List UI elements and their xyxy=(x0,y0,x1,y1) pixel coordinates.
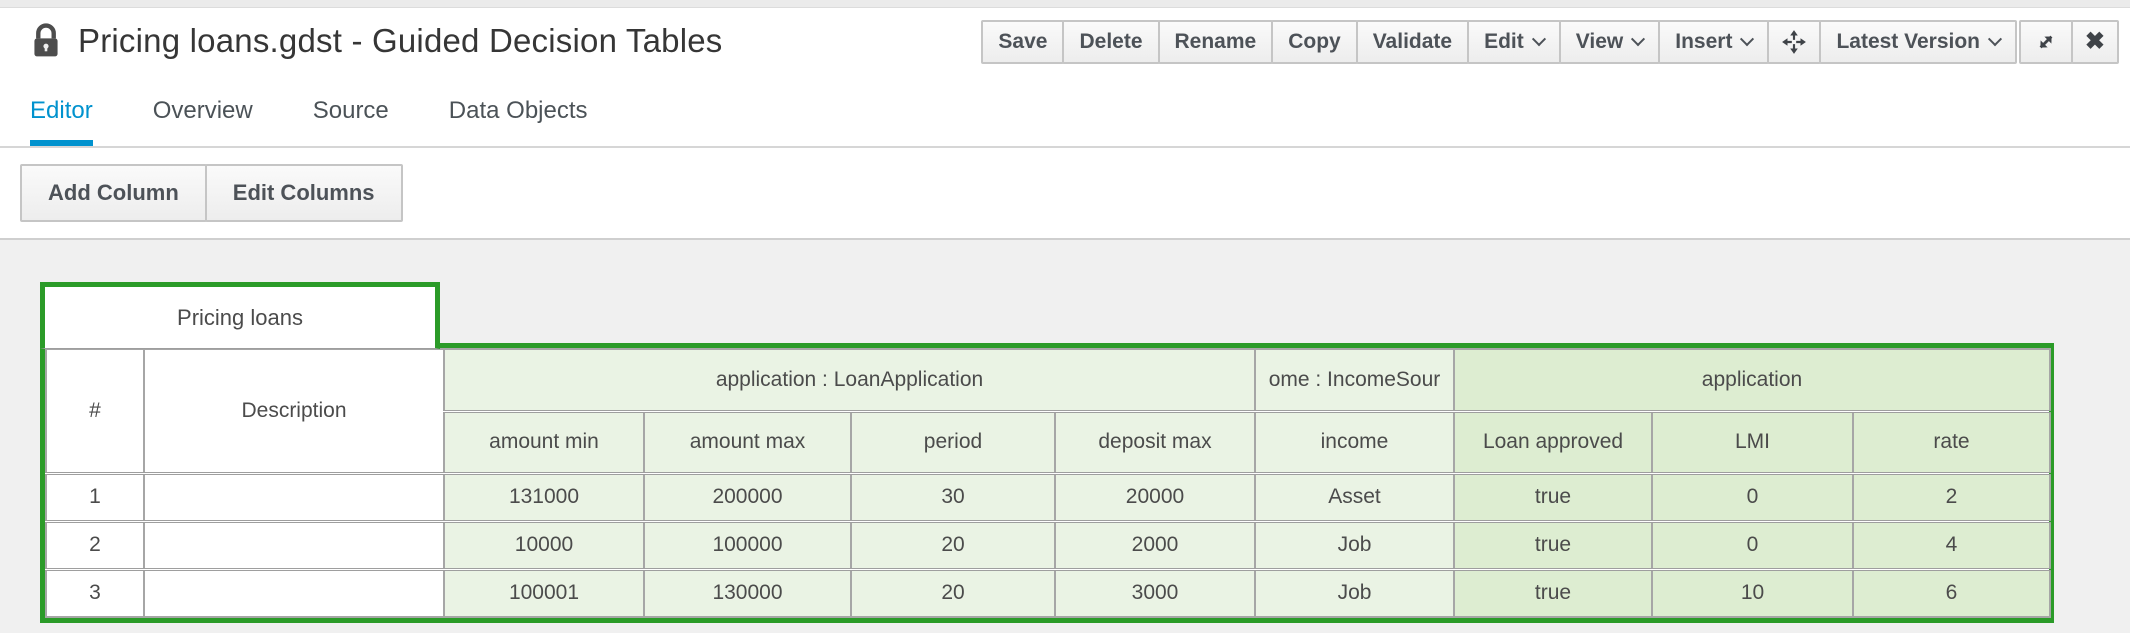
rename-button[interactable]: Rename xyxy=(1158,20,1274,64)
close-button[interactable]: ✖ xyxy=(2071,20,2119,64)
data-cell[interactable]: 10 xyxy=(1652,569,1853,617)
save-button[interactable]: Save xyxy=(981,20,1064,64)
expand-button[interactable] xyxy=(2019,20,2073,64)
column-header-amount-max[interactable]: amount max xyxy=(644,411,851,473)
data-cell[interactable]: true xyxy=(1454,473,1652,521)
table-actions-row: Add ColumnEdit Columns xyxy=(0,148,2130,238)
table-row: 1 131000 200000 30 20000 Asset true 0 2 xyxy=(46,473,2050,521)
data-cell[interactable]: 4 xyxy=(1853,521,2050,569)
data-cell[interactable]: 131000 xyxy=(444,473,644,521)
edit-menu-button[interactable]: Edit xyxy=(1467,20,1561,64)
asset-tabs: Editor Overview Source Data Objects xyxy=(0,76,2130,148)
data-cell[interactable]: 200000 xyxy=(644,473,851,521)
expand-icon xyxy=(2033,29,2059,55)
edit-columns-button[interactable]: Edit Columns xyxy=(205,164,403,222)
data-cell[interactable]: 20 xyxy=(851,521,1055,569)
chevron-down-icon xyxy=(1988,32,2002,46)
data-cell[interactable]: 20000 xyxy=(1055,473,1255,521)
table-row: 3 100001 130000 20 3000 Job true 10 6 xyxy=(46,569,2050,617)
description-cell[interactable] xyxy=(144,569,444,617)
data-cell[interactable]: 0 xyxy=(1652,473,1853,521)
description-header[interactable]: Description xyxy=(144,349,444,473)
page-title: Pricing loans.gdst - Guided Decision Tab… xyxy=(78,22,723,60)
edit-menu-label: Edit xyxy=(1484,30,1524,54)
group-header-loan-application[interactable]: application : LoanApplication xyxy=(444,349,1255,411)
title-bar: Pricing loans.gdst - Guided Decision Tab… xyxy=(0,8,2130,76)
data-cell[interactable]: true xyxy=(1454,569,1652,617)
copy-button[interactable]: Copy xyxy=(1271,20,1358,64)
data-cell[interactable]: Job xyxy=(1255,521,1454,569)
insert-menu-button[interactable]: Insert xyxy=(1658,20,1769,64)
table-row: 2 10000 100000 20 2000 Job true 0 4 xyxy=(46,521,2050,569)
column-header-period[interactable]: period xyxy=(851,411,1055,473)
tab-editor[interactable]: Editor xyxy=(30,76,93,146)
data-cell[interactable]: 3000 xyxy=(1055,569,1255,617)
chevron-down-icon xyxy=(1740,32,1754,46)
data-cell[interactable]: 20 xyxy=(851,569,1055,617)
window-controls: ✖ xyxy=(2019,20,2119,64)
row-number-cell[interactable]: 1 xyxy=(46,473,144,521)
data-cell[interactable]: 100001 xyxy=(444,569,644,617)
data-cell[interactable]: 2000 xyxy=(1055,521,1255,569)
editor-toolbar: Save Delete Rename Copy Validate Edit Vi… xyxy=(981,20,2017,64)
decision-table-title: Pricing loans xyxy=(177,305,303,331)
data-cell[interactable]: 30 xyxy=(851,473,1055,521)
data-cell[interactable]: 6 xyxy=(1853,569,2050,617)
column-header-income[interactable]: income xyxy=(1255,411,1454,473)
version-selector-button[interactable]: Latest Version xyxy=(1819,20,2017,64)
chevron-down-icon xyxy=(1631,32,1645,46)
data-cell[interactable]: 100000 xyxy=(644,521,851,569)
tab-overview[interactable]: Overview xyxy=(153,76,253,146)
column-header-amount-min[interactable]: amount min xyxy=(444,411,644,473)
data-cell[interactable]: 0 xyxy=(1652,521,1853,569)
group-header-application-actions[interactable]: application xyxy=(1454,349,2050,411)
validate-button[interactable]: Validate xyxy=(1356,20,1469,64)
lock-icon xyxy=(30,23,62,59)
group-header-income-source[interactable]: ome : IncomeSour xyxy=(1255,349,1454,411)
move-icon xyxy=(1781,29,1807,55)
top-divider-strip xyxy=(0,0,2130,8)
chevron-down-icon xyxy=(1532,32,1546,46)
version-selector-label: Latest Version xyxy=(1836,30,1980,54)
move-button[interactable] xyxy=(1767,20,1821,64)
row-number-cell[interactable]: 3 xyxy=(46,569,144,617)
row-number-cell[interactable]: 2 xyxy=(46,521,144,569)
tab-data-objects[interactable]: Data Objects xyxy=(449,76,588,146)
decision-table-title-tab[interactable]: Pricing loans xyxy=(40,282,440,349)
column-header-lmi[interactable]: LMI xyxy=(1652,411,1853,473)
view-menu-button[interactable]: View xyxy=(1559,20,1660,64)
delete-button[interactable]: Delete xyxy=(1062,20,1159,64)
editor-canvas: Pricing loans # Description application … xyxy=(0,240,2130,633)
view-menu-label: View xyxy=(1576,30,1623,54)
data-cell[interactable]: 2 xyxy=(1853,473,2050,521)
decision-table: # Description application : LoanApplicat… xyxy=(40,343,2054,623)
data-cell[interactable]: 10000 xyxy=(444,521,644,569)
column-header-loan-approved[interactable]: Loan approved xyxy=(1454,411,1652,473)
data-cell[interactable]: Asset xyxy=(1255,473,1454,521)
data-cell[interactable]: Job xyxy=(1255,569,1454,617)
close-icon: ✖ xyxy=(2085,30,2105,54)
data-cell[interactable]: 130000 xyxy=(644,569,851,617)
description-cell[interactable] xyxy=(144,473,444,521)
description-cell[interactable] xyxy=(144,521,444,569)
column-header-deposit-max[interactable]: deposit max xyxy=(1055,411,1255,473)
row-number-header[interactable]: # xyxy=(46,349,144,473)
data-cell[interactable]: true xyxy=(1454,521,1652,569)
column-header-rate[interactable]: rate xyxy=(1853,411,2050,473)
insert-menu-label: Insert xyxy=(1675,30,1732,54)
add-column-button[interactable]: Add Column xyxy=(20,164,207,222)
tab-source[interactable]: Source xyxy=(313,76,389,146)
